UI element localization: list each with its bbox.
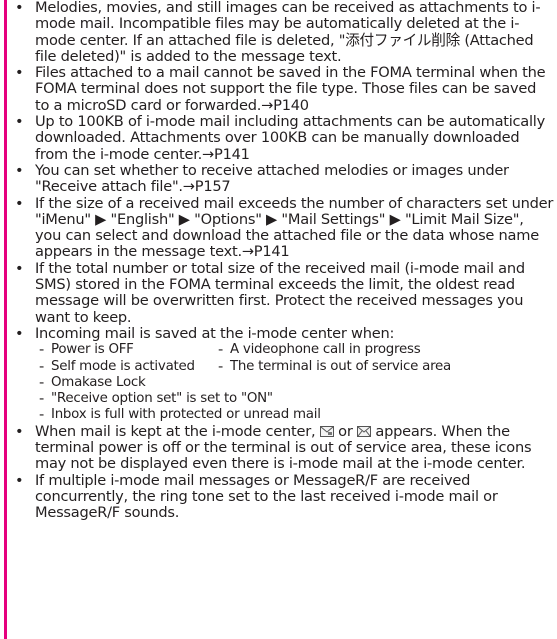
condition-row: - "Receive option set" is set to "ON" — [39, 390, 554, 408]
note-text: When mail is kept at the i-mode center, … — [35, 422, 532, 473]
condition-row: - Omakase Lock — [39, 373, 554, 391]
condition-text: A videophone call in progress — [230, 342, 421, 358]
bullet-icon: • — [15, 259, 24, 277]
bullet-icon: • — [15, 471, 24, 489]
note-item-receive-attach-file: • You can set whether to receive attache… — [12, 161, 554, 196]
note-item-ring-tone: • If multiple i-mode mail messages or Me… — [12, 471, 554, 522]
note-text: If the size of a received mail exceeds t… — [35, 194, 554, 261]
dash-marker: - — [218, 357, 224, 375]
notes-list: • Melodies, movies, and still images can… — [12, 0, 554, 522]
note-item-unsupported-files: • Files attached to a mail cannot be sav… — [12, 64, 554, 114]
condition-text: "Receive option set" is set to "ON" — [51, 391, 273, 407]
bullet-icon: • — [15, 0, 24, 16]
condition-row: - Self mode is activated - The terminal … — [39, 357, 554, 375]
note-item-storage-limit: • If the total number or total size of t… — [12, 259, 554, 326]
note-text: You can set whether to receive attached … — [35, 161, 509, 196]
condition-text: The terminal is out of service area — [230, 358, 451, 374]
note-text-part: or — [333, 422, 357, 440]
imode-mail-waiting-icon — [319, 425, 334, 437]
margin-accent-bar — [4, 0, 7, 639]
note-text-part: When mail is kept at the i-mode center, — [35, 422, 320, 440]
bullet-icon: • — [15, 113, 24, 131]
condition-text: Omakase Lock — [51, 374, 146, 390]
condition-text: Inbox is full with protected or unread m… — [51, 407, 321, 423]
condition-text: Power is OFF — [51, 342, 134, 358]
note-text: Melodies, movies, and still images can b… — [35, 0, 541, 65]
notes-section: • Melodies, movies, and still images can… — [12, 0, 554, 522]
bullet-icon: • — [15, 324, 24, 342]
dash-marker: - — [39, 341, 45, 359]
dash-marker: - — [218, 341, 224, 359]
dash-marker: - — [39, 373, 45, 391]
condition-list: - Power is OFF - A videophone call in pr… — [35, 341, 554, 424]
note-text: If the total number or total size of the… — [35, 259, 525, 326]
note-item-saved-at-center: • Incoming mail is saved at the i-mode c… — [12, 324, 554, 424]
dash-marker: - — [39, 357, 45, 375]
note-item-download-limit: • Up to 100KB of i-mode mail including a… — [12, 113, 554, 163]
imode-mail-full-icon — [356, 425, 371, 437]
note-text: Files attached to a mail cannot be saved… — [35, 64, 546, 114]
bullet-icon: • — [15, 161, 24, 179]
condition-text: Self mode is activated — [51, 358, 195, 374]
condition-row: - Inbox is full with protected or unread… — [39, 406, 554, 424]
condition-row: - Power is OFF - A videophone call in pr… — [39, 341, 554, 359]
note-text: Up to 100KB of i-mode mail including att… — [35, 113, 545, 163]
bullet-icon: • — [15, 422, 24, 440]
note-item-attachments: • Melodies, movies, and still images can… — [12, 0, 554, 65]
note-text: Incoming mail is saved at the i-mode cen… — [35, 324, 395, 342]
note-item-mail-icons: • When mail is kept at the i-mode center… — [12, 422, 554, 473]
note-text: If multiple i-mode mail messages or Mess… — [35, 471, 498, 522]
bullet-icon: • — [15, 64, 24, 82]
dash-marker: - — [39, 390, 45, 408]
bullet-icon: • — [15, 194, 24, 212]
dash-marker: - — [39, 406, 45, 424]
note-item-limit-mail-size: • If the size of a received mail exceeds… — [12, 194, 554, 261]
